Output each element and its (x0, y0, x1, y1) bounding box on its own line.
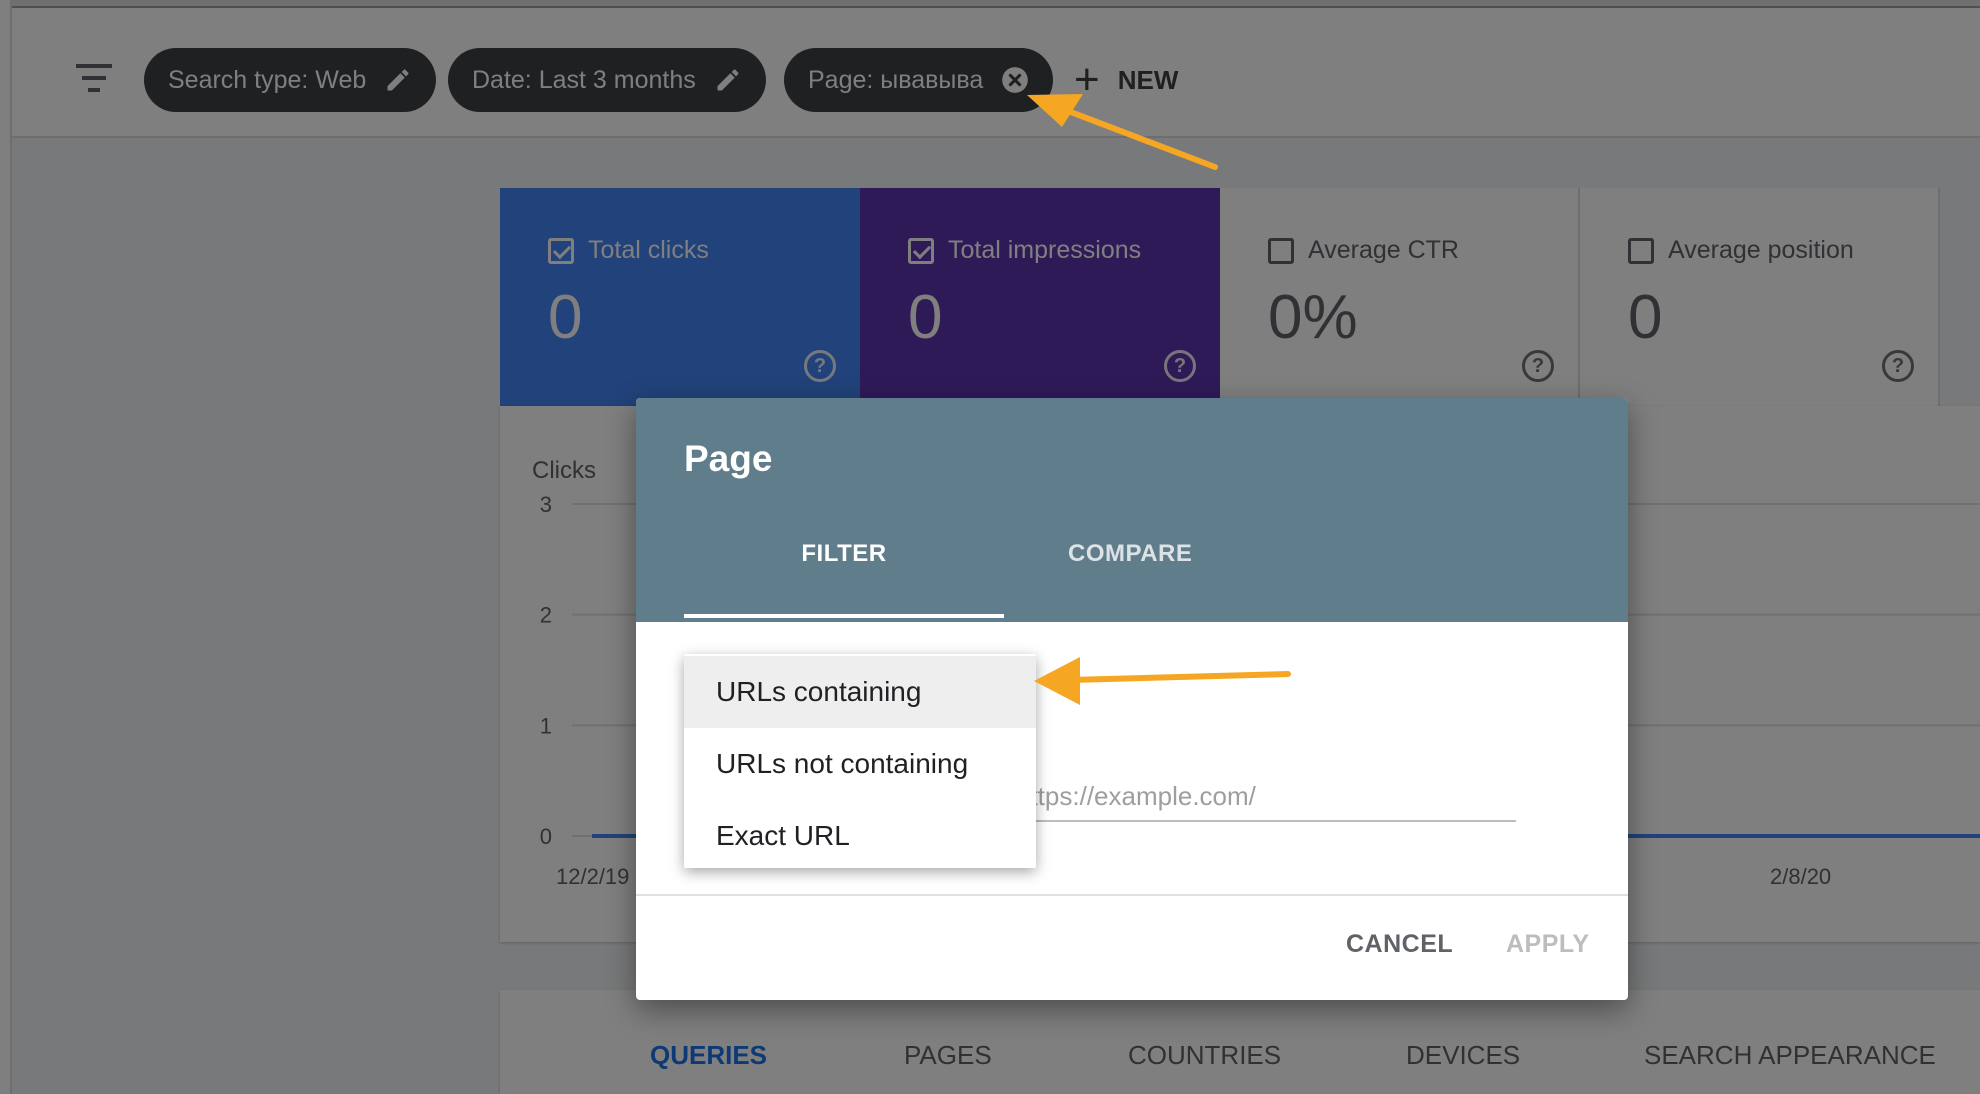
arrow-to-page-chip (1027, 94, 1218, 170)
annotation-arrows (1027, 94, 1291, 705)
arrow-to-option (1034, 657, 1291, 705)
